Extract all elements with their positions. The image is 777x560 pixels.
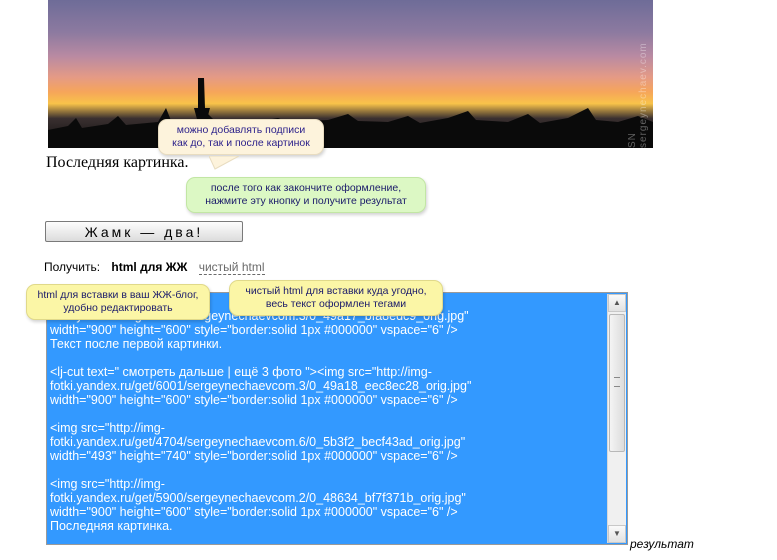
- vertical-scrollbar[interactable]: ▲ ▼: [607, 294, 626, 543]
- plain-hint-line1: чистый html для вставки куда угодно,: [245, 285, 427, 297]
- option-lj-html[interactable]: html для ЖЖ: [111, 260, 187, 274]
- plain-html-hint-tooltip: чистый html для вставки куда угодно, вес…: [229, 280, 443, 316]
- captions-hint-line1: можно добавлять подписи: [176, 124, 306, 136]
- scroll-up-arrow-icon[interactable]: ▲: [608, 294, 626, 312]
- grip-icon: [614, 377, 620, 387]
- treeline-silhouette: [48, 78, 653, 148]
- output-textarea[interactable]: fotki.yandex.ru/get/5300/sergeynechaevco…: [46, 292, 628, 545]
- finish-hint-line1: после того как закончите оформление,: [210, 182, 402, 194]
- lj-html-hint-tooltip: html для вставки в ваш ЖЖ-блог, удобно р…: [26, 284, 210, 320]
- lj-hint-line2: удобно редактировать: [63, 302, 173, 314]
- captions-hint-line2: как до, так и после картинок: [172, 137, 310, 149]
- get-label: Получить:: [44, 260, 101, 274]
- photo-watermark: SN sergeynechaev.com: [627, 42, 649, 148]
- output-text[interactable]: fotki.yandex.ru/get/5300/sergeynechaevco…: [50, 295, 605, 544]
- tooltip-tail-icon: [209, 156, 239, 170]
- option-plain-html[interactable]: чистый html: [198, 260, 265, 275]
- output-format-selector: Получить: html для ЖЖ чистый html: [44, 260, 265, 275]
- scrollbar-thumb[interactable]: [609, 314, 625, 452]
- plain-hint-line2: весь текст оформлен тегами: [265, 298, 407, 310]
- lj-hint-line1: html для вставки в ваш ЖЖ-блог,: [37, 289, 199, 301]
- finish-hint-tooltip: после того как закончите оформление, наж…: [186, 177, 426, 213]
- last-picture-caption: Последняя картинка.: [46, 154, 189, 171]
- finish-hint-line2: нажмите эту кнопку и получите результат: [205, 195, 407, 207]
- captions-hint-tooltip: можно добавлять подписи как до, так и по…: [158, 119, 324, 170]
- sunset-photo: SN sergeynechaev.com: [48, 0, 653, 148]
- generate-button[interactable]: Жамк — два!: [45, 221, 243, 242]
- result-label: результат: [630, 537, 694, 551]
- scroll-down-arrow-icon[interactable]: ▼: [608, 525, 626, 543]
